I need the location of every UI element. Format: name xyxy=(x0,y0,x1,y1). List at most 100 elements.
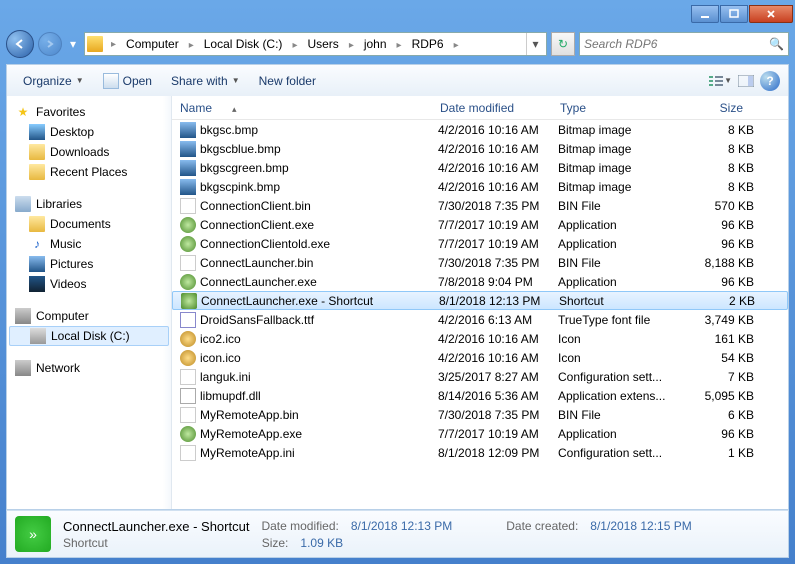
file-row[interactable]: ConnectLauncher.exe7/8/2018 9:04 PMAppli… xyxy=(172,272,788,291)
favorites-header[interactable]: ★Favorites xyxy=(7,102,171,122)
sidebar-item-local-disk-c[interactable]: Local Disk (C:) xyxy=(9,326,169,346)
file-row[interactable]: ico2.ico4/2/2016 10:16 AMIcon161 KB xyxy=(172,329,788,348)
column-header-size[interactable]: Size xyxy=(682,97,752,119)
chevron-right-icon[interactable]: ▸ xyxy=(286,40,303,51)
search-icon[interactable]: 🔍 xyxy=(769,37,784,51)
navigation-pane[interactable]: ★Favorites Desktop Downloads Recent Plac… xyxy=(7,96,172,509)
file-size: 8 KB xyxy=(688,161,754,175)
breadcrumb-segment[interactable]: RDP6 xyxy=(408,35,448,53)
network-header[interactable]: Network xyxy=(7,358,171,378)
file-date: 7/7/2017 10:19 AM xyxy=(438,427,558,441)
file-name: MyRemoteApp.exe xyxy=(200,427,438,441)
close-button[interactable] xyxy=(749,5,793,23)
breadcrumb-segment[interactable]: Users xyxy=(303,35,342,53)
file-row[interactable]: MyRemoteApp.exe7/7/2017 10:19 AMApplicat… xyxy=(172,424,788,443)
details-size-value: 1.09 KB xyxy=(300,536,343,550)
file-row[interactable]: ConnectionClientold.exe7/7/2017 10:19 AM… xyxy=(172,234,788,253)
maximize-button[interactable] xyxy=(720,5,748,23)
sidebar-item-pictures[interactable]: Pictures xyxy=(7,254,171,274)
sidebar-item-documents[interactable]: Documents xyxy=(7,214,171,234)
file-row[interactable]: MyRemoteApp.ini8/1/2018 12:09 PMConfigur… xyxy=(172,443,788,462)
new-folder-button[interactable]: New folder xyxy=(251,71,324,91)
file-icon xyxy=(180,407,196,423)
sidebar-item-downloads[interactable]: Downloads xyxy=(7,142,171,162)
file-type: Bitmap image xyxy=(558,180,688,194)
file-type: Application xyxy=(558,427,688,441)
file-list[interactable]: bkgsc.bmp4/2/2016 10:16 AMBitmap image8 … xyxy=(172,120,788,509)
address-bar[interactable]: ▸ Computer▸Local Disk (C:)▸Users▸john▸RD… xyxy=(84,32,547,56)
search-box[interactable]: 🔍 xyxy=(579,32,789,56)
view-options-button[interactable]: ▼ xyxy=(708,71,732,91)
file-icon xyxy=(180,426,196,442)
computer-header[interactable]: Computer xyxy=(7,306,171,326)
column-header-date[interactable]: Date modified xyxy=(432,97,552,119)
file-row[interactable]: bkgsc.bmp4/2/2016 10:16 AMBitmap image8 … xyxy=(172,120,788,139)
recent-locations-button[interactable]: ▾ xyxy=(66,34,80,54)
share-with-button[interactable]: Share with▼ xyxy=(163,71,248,91)
sidebar-item-recent-places[interactable]: Recent Places xyxy=(7,162,171,182)
file-size: 8 KB xyxy=(688,180,754,194)
file-row[interactable]: bkgscpink.bmp4/2/2016 10:16 AMBitmap ima… xyxy=(172,177,788,196)
file-date: 8/1/2018 12:09 PM xyxy=(438,446,558,460)
file-size: 54 KB xyxy=(688,351,754,365)
file-name: languk.ini xyxy=(200,370,438,384)
file-size: 8 KB xyxy=(688,123,754,137)
column-header-name[interactable]: Name xyxy=(172,97,432,119)
minimize-button[interactable] xyxy=(691,5,719,23)
sidebar-item-videos[interactable]: Videos xyxy=(7,274,171,294)
file-list-area: Name Date modified Type Size bkgsc.bmp4/… xyxy=(172,96,788,509)
file-row[interactable]: DroidSansFallback.ttf4/2/2016 6:13 AMTru… xyxy=(172,310,788,329)
help-button[interactable]: ? xyxy=(760,71,780,91)
libraries-header[interactable]: Libraries xyxy=(7,194,171,214)
refresh-button[interactable]: ↻ xyxy=(551,32,575,56)
chevron-right-icon[interactable]: ▸ xyxy=(183,40,200,51)
file-date: 8/1/2018 12:13 PM xyxy=(439,294,559,308)
file-date: 4/2/2016 10:16 AM xyxy=(438,351,558,365)
sidebar-item-desktop[interactable]: Desktop xyxy=(7,122,171,142)
breadcrumb-segment[interactable]: Local Disk (C:) xyxy=(200,35,287,53)
file-row[interactable]: MyRemoteApp.bin7/30/2018 7:35 PMBIN File… xyxy=(172,405,788,424)
breadcrumb-segment[interactable]: Computer xyxy=(122,35,183,53)
file-row[interactable]: ConnectLauncher.exe - Shortcut8/1/2018 1… xyxy=(172,291,788,310)
search-input[interactable] xyxy=(584,37,769,51)
breadcrumb-segment[interactable]: john xyxy=(360,35,391,53)
file-type: BIN File xyxy=(558,199,688,213)
details-pane: » ConnectLauncher.exe - Shortcut Date mo… xyxy=(6,510,789,558)
sidebar-item-music[interactable]: ♪Music xyxy=(7,234,171,254)
column-headers: Name Date modified Type Size xyxy=(172,96,788,120)
file-icon xyxy=(180,236,196,252)
chevron-right-icon[interactable]: ▸ xyxy=(448,40,465,51)
open-button[interactable]: Open xyxy=(95,70,160,92)
file-type: BIN File xyxy=(558,408,688,422)
chevron-right-icon[interactable]: ▸ xyxy=(391,40,408,51)
details-created-value: 8/1/2018 12:15 PM xyxy=(590,519,691,534)
file-row[interactable]: bkgscblue.bmp4/2/2016 10:16 AMBitmap ima… xyxy=(172,139,788,158)
forward-button[interactable] xyxy=(38,32,62,56)
file-type: Icon xyxy=(558,351,688,365)
file-size: 3,749 KB xyxy=(688,313,754,327)
chevron-right-icon[interactable]: ▸ xyxy=(343,40,360,51)
file-date: 8/14/2016 5:36 AM xyxy=(438,389,558,403)
file-icon xyxy=(180,122,196,138)
column-header-type[interactable]: Type xyxy=(552,97,682,119)
file-row[interactable]: ConnectionClient.bin7/30/2018 7:35 PMBIN… xyxy=(172,196,788,215)
file-type: Application extens... xyxy=(558,389,688,403)
file-row[interactable]: libmupdf.dll8/14/2016 5:36 AMApplication… xyxy=(172,386,788,405)
organize-button[interactable]: Organize▼ xyxy=(15,71,92,91)
address-dropdown-button[interactable]: ▾ xyxy=(526,33,544,55)
file-name: ConnectLauncher.exe xyxy=(200,275,438,289)
titlebar[interactable] xyxy=(0,0,795,28)
folder-icon xyxy=(87,36,103,52)
file-type: Bitmap image xyxy=(558,161,688,175)
file-type: Application xyxy=(558,275,688,289)
file-row[interactable]: languk.ini3/25/2017 8:27 AMConfiguration… xyxy=(172,367,788,386)
file-row[interactable]: bkgscgreen.bmp4/2/2016 10:16 AMBitmap im… xyxy=(172,158,788,177)
back-button[interactable] xyxy=(6,30,34,58)
file-row[interactable]: ConnectLauncher.bin7/30/2018 7:35 PMBIN … xyxy=(172,253,788,272)
file-size: 570 KB xyxy=(688,199,754,213)
preview-pane-button[interactable] xyxy=(734,71,758,91)
file-row[interactable]: ConnectionClient.exe7/7/2017 10:19 AMApp… xyxy=(172,215,788,234)
file-row[interactable]: icon.ico4/2/2016 10:16 AMIcon54 KB xyxy=(172,348,788,367)
file-name: ConnectLauncher.bin xyxy=(200,256,438,270)
chevron-right-icon[interactable]: ▸ xyxy=(105,39,122,50)
